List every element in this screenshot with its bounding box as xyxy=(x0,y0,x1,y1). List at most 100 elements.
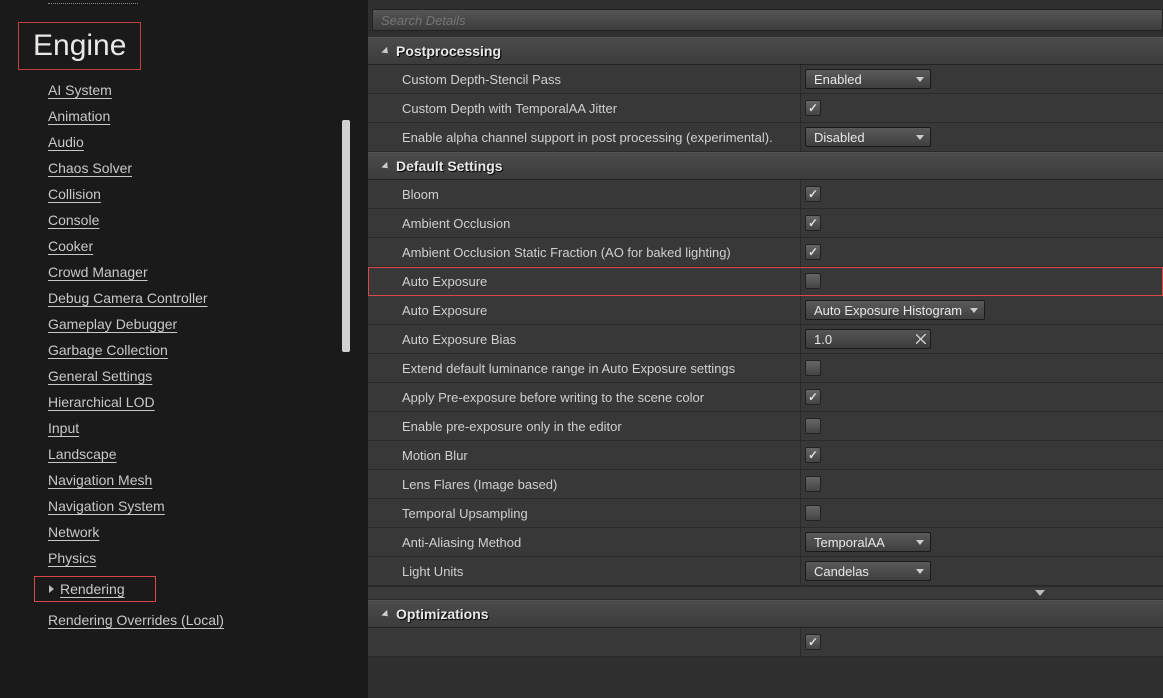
section-title: Postprocessing xyxy=(396,43,501,59)
sidebar-item-rendering[interactable]: Rendering xyxy=(34,576,156,602)
property-label: Auto Exposure xyxy=(368,303,800,318)
checkbox[interactable] xyxy=(805,447,821,463)
property-row: Enable pre-exposure only in the editor xyxy=(368,412,1163,441)
dropdown[interactable]: TemporalAA xyxy=(805,532,931,552)
sidebar-item-label: Chaos Solver xyxy=(48,160,132,176)
dropdown[interactable]: Candelas xyxy=(805,561,931,581)
sidebar-item-general-settings[interactable]: General Settings xyxy=(48,368,152,384)
property-row: Ambient Occlusion Static Fraction (AO fo… xyxy=(368,238,1163,267)
sidebar-item-navigation-mesh[interactable]: Navigation Mesh xyxy=(48,472,152,488)
property-value-cell xyxy=(800,267,967,295)
sidebar-item-network[interactable]: Network xyxy=(48,524,99,540)
sidebar-item-label: Rendering Overrides (Local) xyxy=(48,612,224,628)
sidebar-item-collision[interactable]: Collision xyxy=(48,186,101,202)
sidebar-item-cooker[interactable]: Cooker xyxy=(48,238,93,254)
checkbox[interactable] xyxy=(805,186,821,202)
chevron-right-icon xyxy=(49,585,54,593)
property-label: Light Units xyxy=(368,564,800,579)
sidebar-item-label: Cooker xyxy=(48,238,93,254)
property-row: Lens Flares (Image based) xyxy=(368,470,1163,499)
checkbox[interactable] xyxy=(805,215,821,231)
property-label: Bloom xyxy=(368,187,800,202)
property-row: Extend default luminance range in Auto E… xyxy=(368,354,1163,383)
sidebar-item-debug-camera-controller[interactable]: Debug Camera Controller xyxy=(48,290,208,306)
property-label: Custom Depth with TemporalAA Jitter xyxy=(368,101,800,116)
divider xyxy=(48,3,138,4)
sidebar-item-audio[interactable]: Audio xyxy=(48,134,84,150)
sidebar-item-label: General Settings xyxy=(48,368,152,384)
disclosure-triangle-icon xyxy=(381,46,390,55)
property-label: Extend default luminance range in Auto E… xyxy=(368,361,800,376)
section-header-postprocessing[interactable]: Postprocessing xyxy=(368,37,1163,65)
sidebar-item-label: Landscape xyxy=(48,446,117,462)
checkbox[interactable] xyxy=(805,634,821,650)
property-row: Temporal Upsampling xyxy=(368,499,1163,528)
checkbox[interactable] xyxy=(805,273,821,289)
sidebar-item-physics[interactable]: Physics xyxy=(48,550,96,566)
disclosure-triangle-icon xyxy=(381,161,390,170)
property-row: Custom Depth with TemporalAA Jitter xyxy=(368,94,1163,123)
property-label: Motion Blur xyxy=(368,448,800,463)
sidebar-item-input[interactable]: Input xyxy=(48,420,79,436)
disclosure-triangle-icon xyxy=(381,609,390,618)
sidebar-item-landscape[interactable]: Landscape xyxy=(48,446,117,462)
sidebar-item-label: Navigation System xyxy=(48,498,165,514)
property-label: Anti-Aliasing Method xyxy=(368,535,800,550)
sidebar-item-navigation-system[interactable]: Navigation System xyxy=(48,498,165,514)
section-header-optimizations[interactable]: Optimizations xyxy=(368,600,1163,628)
checkbox[interactable] xyxy=(805,360,821,376)
sidebar-item-crowd-manager[interactable]: Crowd Manager xyxy=(48,264,148,280)
property-value-cell xyxy=(800,499,1163,527)
dropdown[interactable]: Auto Exposure Histogram xyxy=(805,300,985,320)
property-label: Apply Pre-exposure before writing to the… xyxy=(368,390,800,405)
property-row: Custom Depth-Stencil Pass Enabled xyxy=(368,65,1163,94)
dropdown[interactable]: Enabled xyxy=(805,69,931,89)
sidebar-item-gameplay-debugger[interactable]: Gameplay Debugger xyxy=(48,316,177,332)
property-label: Ambient Occlusion xyxy=(368,216,800,231)
checkbox[interactable] xyxy=(805,244,821,260)
property-value-cell xyxy=(800,354,1163,382)
sidebar-item-rendering-overrides-local-[interactable]: Rendering Overrides (Local) xyxy=(48,612,224,628)
section-title: Default Settings xyxy=(396,158,503,174)
sidebar-item-label: Garbage Collection xyxy=(48,342,168,358)
property-value-cell: Auto Exposure Histogram xyxy=(800,296,1163,324)
sidebar-item-label: Rendering xyxy=(60,581,125,597)
property-label: Lens Flares (Image based) xyxy=(368,477,800,492)
checkbox[interactable] xyxy=(805,476,821,492)
spinbox[interactable]: 1.0 xyxy=(805,329,931,349)
section-header-default-settings[interactable]: Default Settings xyxy=(368,152,1163,180)
property-value-cell: 1.0 xyxy=(800,325,1163,353)
property-value-cell: TemporalAA xyxy=(800,528,1163,556)
property-row xyxy=(368,628,1163,657)
sidebar-scrollbar[interactable] xyxy=(342,120,350,352)
sidebar-item-label: Input xyxy=(48,420,79,436)
sidebar-item-chaos-solver[interactable]: Chaos Solver xyxy=(48,160,132,176)
checkbox[interactable] xyxy=(805,505,821,521)
sidebar-item-garbage-collection[interactable]: Garbage Collection xyxy=(48,342,168,358)
sidebar-item-label: Network xyxy=(48,524,99,540)
category-header-engine[interactable]: Engine xyxy=(18,22,141,70)
property-label: Custom Depth-Stencil Pass xyxy=(368,72,800,87)
property-label: Ambient Occlusion Static Fraction (AO fo… xyxy=(368,245,800,260)
property-row: Motion Blur xyxy=(368,441,1163,470)
property-row: Enable alpha channel support in post pro… xyxy=(368,123,1163,152)
sidebar: Engine AI System Animation Audio Chaos Solv… xyxy=(0,0,368,698)
sidebar-item-hierarchical-lod[interactable]: Hierarchical LOD xyxy=(48,394,155,410)
property-value-cell xyxy=(800,470,1163,498)
sidebar-item-label: Gameplay Debugger xyxy=(48,316,177,332)
sidebar-item-label: Animation xyxy=(48,108,110,124)
checkbox[interactable] xyxy=(805,100,821,116)
section-title: Optimizations xyxy=(396,606,489,622)
dropdown[interactable]: Disabled xyxy=(805,127,931,147)
checkbox[interactable] xyxy=(805,418,821,434)
sidebar-item-label: AI System xyxy=(48,82,112,98)
expand-section-button[interactable] xyxy=(368,586,1163,600)
sidebar-item-console[interactable]: Console xyxy=(48,212,99,228)
sidebar-item-ai-system[interactable]: AI System xyxy=(48,82,112,98)
sidebar-item-animation[interactable]: Animation xyxy=(48,108,110,124)
property-row: Apply Pre-exposure before writing to the… xyxy=(368,383,1163,412)
property-value-cell xyxy=(800,180,1163,208)
checkbox[interactable] xyxy=(805,389,821,405)
search-input[interactable] xyxy=(372,9,1163,31)
property-label: Auto Exposure Bias xyxy=(368,332,800,347)
